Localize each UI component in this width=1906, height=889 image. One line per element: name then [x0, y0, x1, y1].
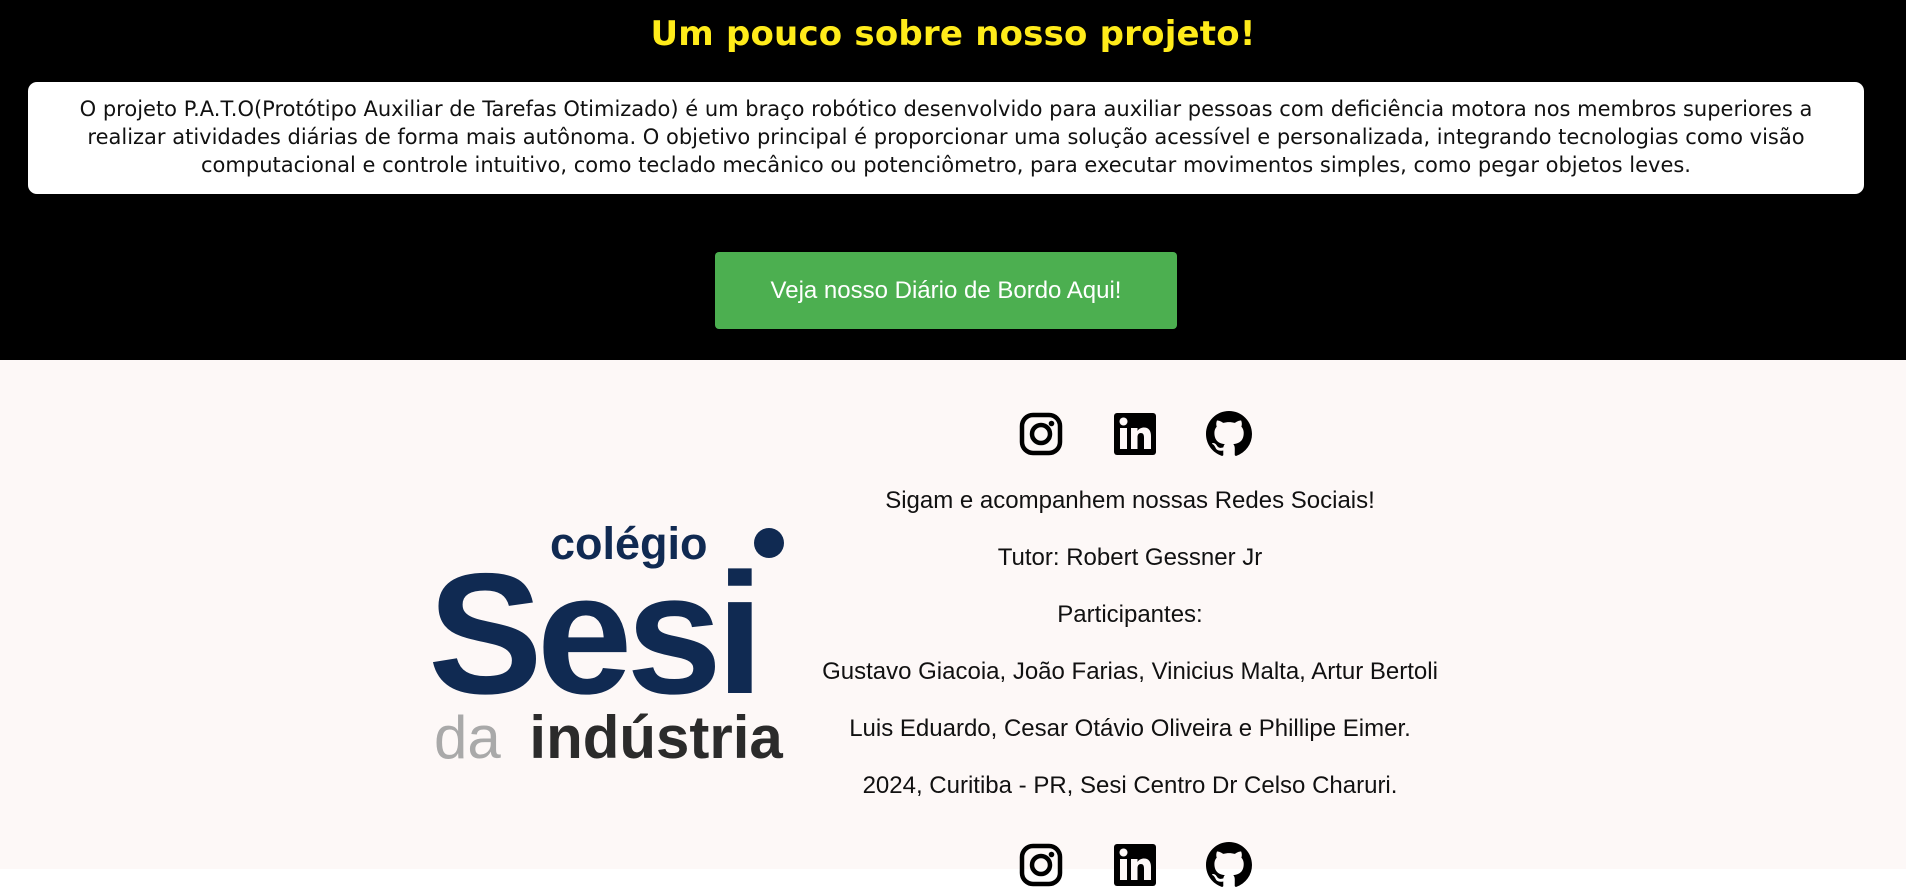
participants-line-2: Luis Eduardo, Cesar Otávio Oliveira e Ph…: [849, 715, 1411, 742]
diary-button[interactable]: Veja nosso Diário de Bordo Aqui!: [715, 252, 1177, 329]
github-link[interactable]: [1198, 410, 1260, 458]
sesi-logo: colégio Sesi da indústria: [430, 518, 784, 771]
about-section: Um pouco sobre nosso projeto! O projeto …: [0, 0, 1906, 360]
svg-text:da indústria: da indústria: [434, 704, 783, 771]
github-link[interactable]: [1198, 841, 1260, 889]
logo-line-sesi: Sesi: [430, 538, 758, 730]
linkedin-icon: [1114, 413, 1156, 455]
social-links: [1010, 410, 1260, 458]
social-links-bottom: [1010, 841, 1260, 889]
location-text: 2024, Curitiba - PR, Sesi Centro Dr Cels…: [862, 772, 1398, 799]
instagram-icon: [1019, 412, 1063, 456]
instagram-icon: [1019, 843, 1063, 887]
github-icon: [1206, 842, 1252, 887]
participants-label: Participantes:: [1057, 601, 1203, 628]
instagram-link[interactable]: [1010, 841, 1072, 889]
logo-line-da: da: [434, 704, 501, 771]
tutor-text: Tutor: Robert Gessner Jr: [997, 544, 1263, 571]
participants-line-1: Gustavo Giacoia, João Farias, Vinicius M…: [822, 658, 1438, 685]
linkedin-icon: [1114, 844, 1156, 886]
follow-text: Sigam e acompanhem nossas Redes Sociais!: [885, 487, 1375, 514]
logo-line-industria: indústria: [529, 704, 783, 771]
about-title: Um pouco sobre nosso projeto!: [650, 14, 1256, 54]
linkedin-link[interactable]: [1104, 841, 1166, 889]
about-description: O projeto P.A.T.O(Protótipo Auxiliar de …: [28, 82, 1864, 194]
instagram-link[interactable]: [1010, 410, 1072, 458]
github-icon: [1206, 411, 1252, 456]
linkedin-link[interactable]: [1104, 410, 1166, 458]
